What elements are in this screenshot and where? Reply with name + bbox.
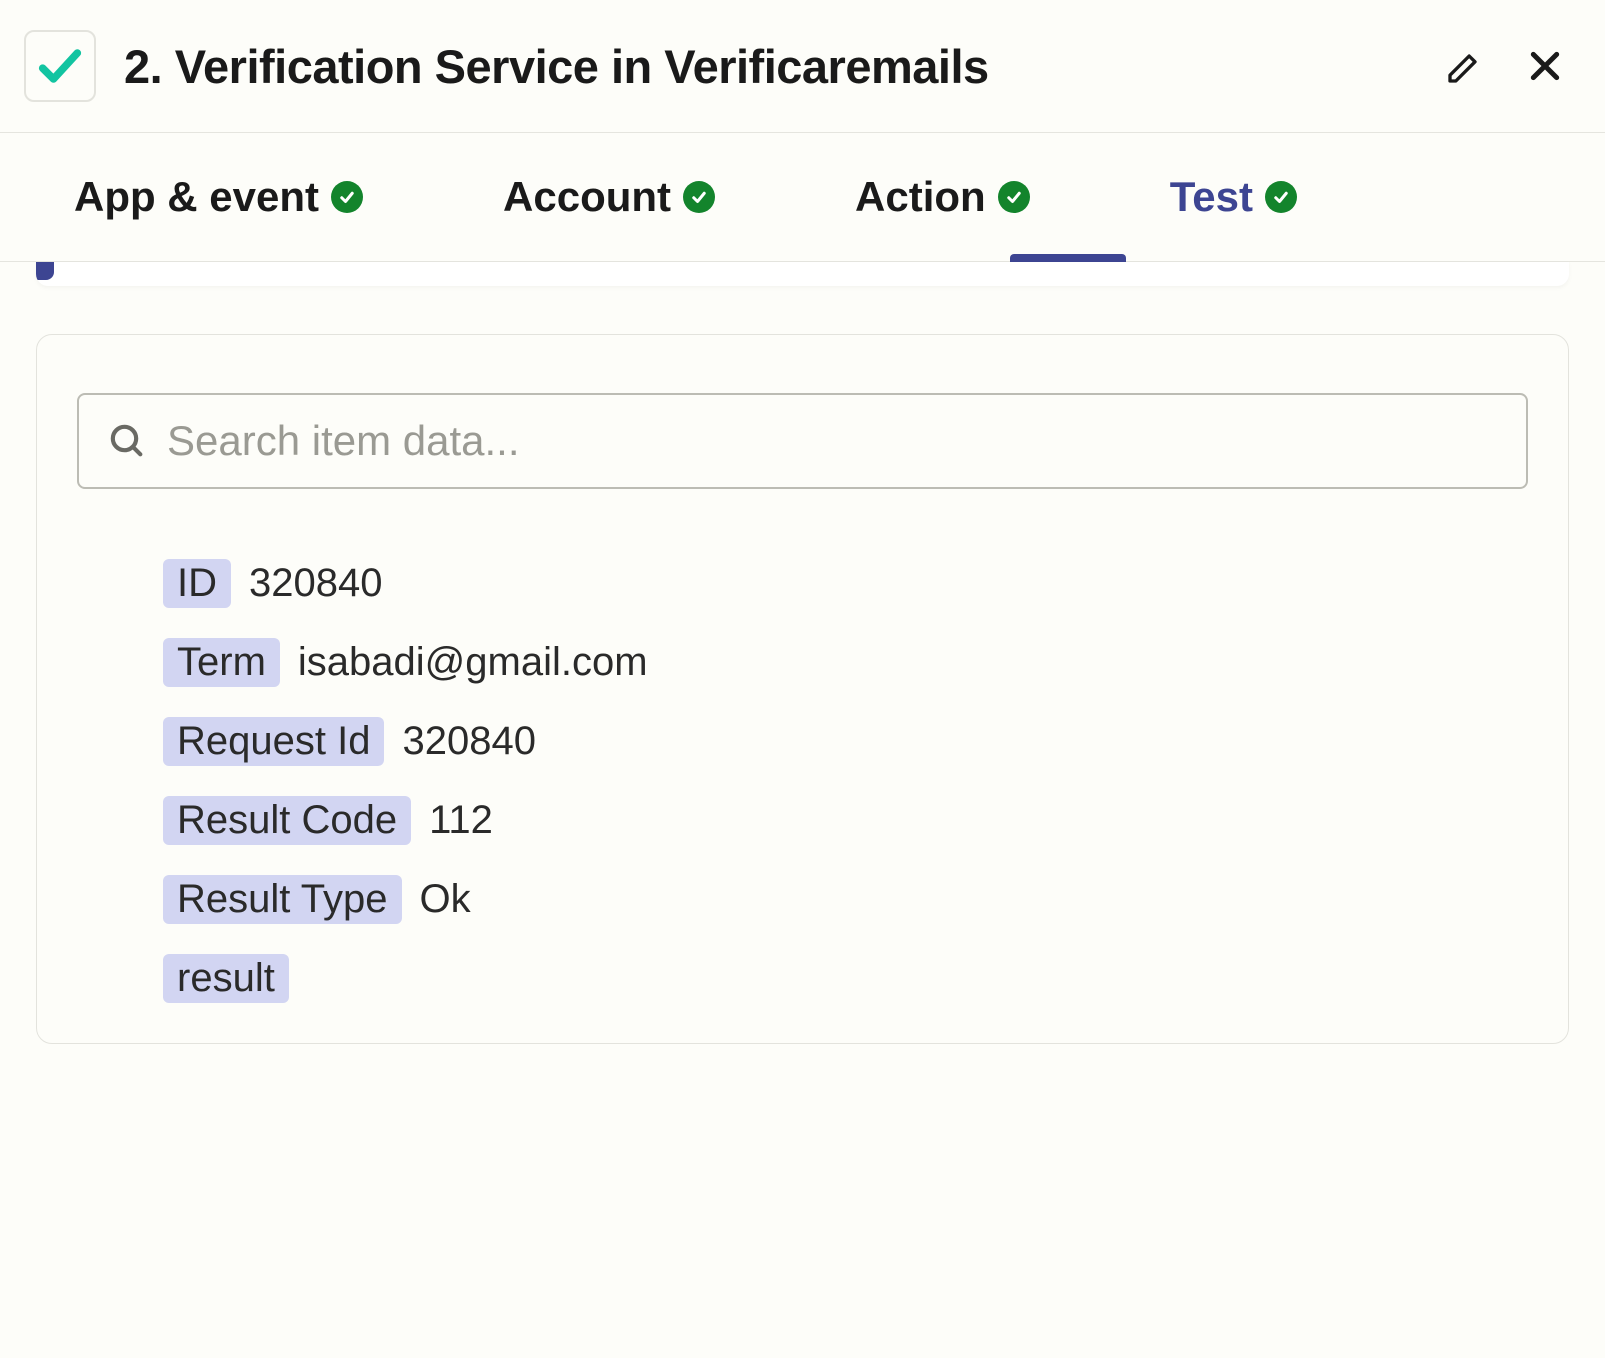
check-circle-icon: [998, 181, 1030, 213]
result-key: Result Code: [163, 796, 411, 845]
tab-action[interactable]: Action: [855, 173, 1030, 221]
step-header: 2. Verification Service in Verificaremai…: [0, 0, 1605, 132]
result-row: Term isabadi@gmail.com: [163, 638, 1528, 687]
header-actions: [1445, 46, 1565, 86]
result-value: 320840: [249, 561, 382, 606]
check-circle-icon: [683, 181, 715, 213]
close-icon[interactable]: [1525, 46, 1565, 86]
result-row: Result Type Ok: [163, 875, 1528, 924]
check-circle-icon: [331, 181, 363, 213]
tab-test[interactable]: Test: [1170, 173, 1297, 221]
result-value: 320840: [402, 719, 535, 764]
result-value: 112: [429, 798, 493, 843]
result-row: Request Id 320840: [163, 717, 1528, 766]
result-key: result: [163, 954, 289, 1003]
result-key: Request Id: [163, 717, 384, 766]
search-input[interactable]: [167, 417, 1498, 465]
tab-label: App & event: [74, 173, 319, 221]
search-field-wrap[interactable]: [77, 393, 1528, 489]
tab-label: Test: [1170, 173, 1253, 221]
check-icon: [34, 40, 86, 92]
result-value: Ok: [420, 877, 471, 922]
result-key: ID: [163, 559, 231, 608]
step-status-box: [24, 30, 96, 102]
tab-account[interactable]: Account: [503, 173, 715, 221]
result-row: result: [163, 954, 1528, 1003]
edit-icon[interactable]: [1445, 46, 1485, 86]
progress-bar-fill: [36, 262, 54, 280]
check-circle-icon: [1265, 181, 1297, 213]
search-icon: [107, 421, 147, 461]
tabs-bar: App & event Account Action Test: [0, 133, 1605, 262]
step-title: 2. Verification Service in Verificaremai…: [124, 39, 1417, 94]
result-key: Result Type: [163, 875, 402, 924]
result-row: ID 320840: [163, 559, 1528, 608]
progress-strip: [36, 262, 1569, 286]
tab-label: Account: [503, 173, 671, 221]
result-value: isabadi@gmail.com: [298, 640, 648, 685]
result-data-list: ID 320840 Term isabadi@gmail.com Request…: [77, 559, 1528, 1003]
active-tab-indicator: [1010, 254, 1126, 262]
result-card: ID 320840 Term isabadi@gmail.com Request…: [36, 334, 1569, 1044]
result-key: Term: [163, 638, 280, 687]
tab-app-event[interactable]: App & event: [74, 173, 363, 221]
result-row: Result Code 112: [163, 796, 1528, 845]
tab-label: Action: [855, 173, 986, 221]
